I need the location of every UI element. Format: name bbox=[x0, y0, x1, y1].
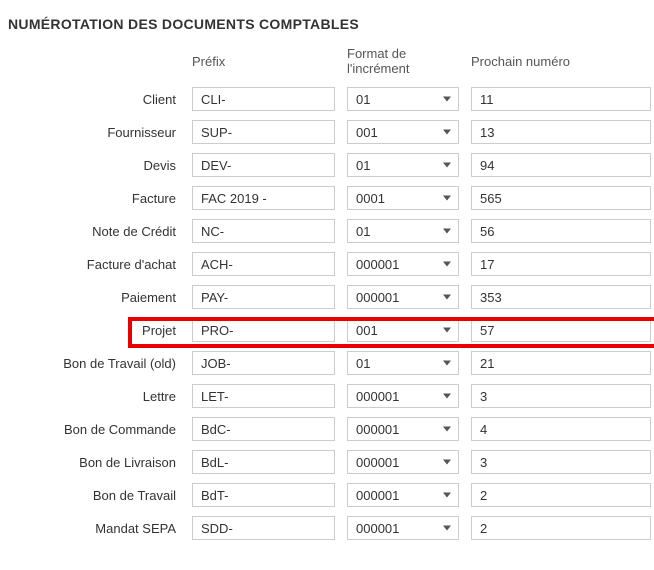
prefix-input[interactable] bbox=[192, 384, 335, 408]
format-select[interactable]: 01 bbox=[347, 153, 459, 177]
next-number-input[interactable] bbox=[471, 120, 651, 144]
page-title: NUMÉROTATION DES DOCUMENTS COMPTABLES bbox=[8, 16, 646, 32]
prefix-input[interactable] bbox=[192, 285, 335, 309]
prefix-input[interactable] bbox=[192, 483, 335, 507]
prefix-input[interactable] bbox=[192, 120, 335, 144]
next-number-input[interactable] bbox=[471, 516, 651, 540]
row-label: Fournisseur bbox=[8, 125, 180, 140]
format-select[interactable]: 000001 bbox=[347, 384, 459, 408]
row-label: Bon de Travail (old) bbox=[8, 356, 180, 371]
row-label: Facture d'achat bbox=[8, 257, 180, 272]
next-number-input[interactable] bbox=[471, 87, 651, 111]
next-number-input[interactable] bbox=[471, 417, 651, 441]
format-select[interactable]: 0001 bbox=[347, 186, 459, 210]
row-label: Lettre bbox=[8, 389, 180, 404]
format-select[interactable]: 01 bbox=[347, 87, 459, 111]
next-number-input[interactable] bbox=[471, 384, 651, 408]
row-label: Note de Crédit bbox=[8, 224, 180, 239]
next-number-input[interactable] bbox=[471, 318, 651, 342]
next-number-input[interactable] bbox=[471, 252, 651, 276]
prefix-input[interactable] bbox=[192, 351, 335, 375]
prefix-input[interactable] bbox=[192, 252, 335, 276]
row-label: Facture bbox=[8, 191, 180, 206]
format-select[interactable]: 000001 bbox=[347, 417, 459, 441]
row-label: Mandat SEPA bbox=[8, 521, 180, 536]
format-select[interactable]: 000001 bbox=[347, 285, 459, 309]
format-select[interactable]: 01 bbox=[347, 351, 459, 375]
row-label: Paiement bbox=[8, 290, 180, 305]
row-label: Bon de Livraison bbox=[8, 455, 180, 470]
next-number-input[interactable] bbox=[471, 483, 651, 507]
row-label: Devis bbox=[8, 158, 180, 173]
prefix-input[interactable] bbox=[192, 87, 335, 111]
format-select[interactable]: 000001 bbox=[347, 450, 459, 474]
row-label: Client bbox=[8, 92, 180, 107]
next-number-input[interactable] bbox=[471, 153, 651, 177]
prefix-input[interactable] bbox=[192, 450, 335, 474]
next-number-input[interactable] bbox=[471, 219, 651, 243]
next-number-input[interactable] bbox=[471, 285, 651, 309]
row-label: Bon de Travail bbox=[8, 488, 180, 503]
format-select[interactable]: 000001 bbox=[347, 252, 459, 276]
prefix-input[interactable] bbox=[192, 318, 335, 342]
next-number-input[interactable] bbox=[471, 186, 651, 210]
format-select[interactable]: 000001 bbox=[347, 483, 459, 507]
prefix-input[interactable] bbox=[192, 153, 335, 177]
col-header-format: Format de l'incrément bbox=[347, 46, 459, 78]
format-select[interactable]: 01 bbox=[347, 219, 459, 243]
col-header-next: Prochain numéro bbox=[471, 54, 651, 71]
prefix-input[interactable] bbox=[192, 186, 335, 210]
next-number-input[interactable] bbox=[471, 450, 651, 474]
next-number-input[interactable] bbox=[471, 351, 651, 375]
prefix-input[interactable] bbox=[192, 417, 335, 441]
format-select[interactable]: 001 bbox=[347, 318, 459, 342]
row-label: Bon de Commande bbox=[8, 422, 180, 437]
prefix-input[interactable] bbox=[192, 219, 335, 243]
col-header-prefix: Préfix bbox=[192, 54, 335, 71]
format-select[interactable]: 000001 bbox=[347, 516, 459, 540]
format-select[interactable]: 001 bbox=[347, 120, 459, 144]
row-label: Projet bbox=[8, 323, 180, 338]
numbering-table: Préfix Format de l'incrément Prochain nu… bbox=[8, 46, 646, 540]
prefix-input[interactable] bbox=[192, 516, 335, 540]
